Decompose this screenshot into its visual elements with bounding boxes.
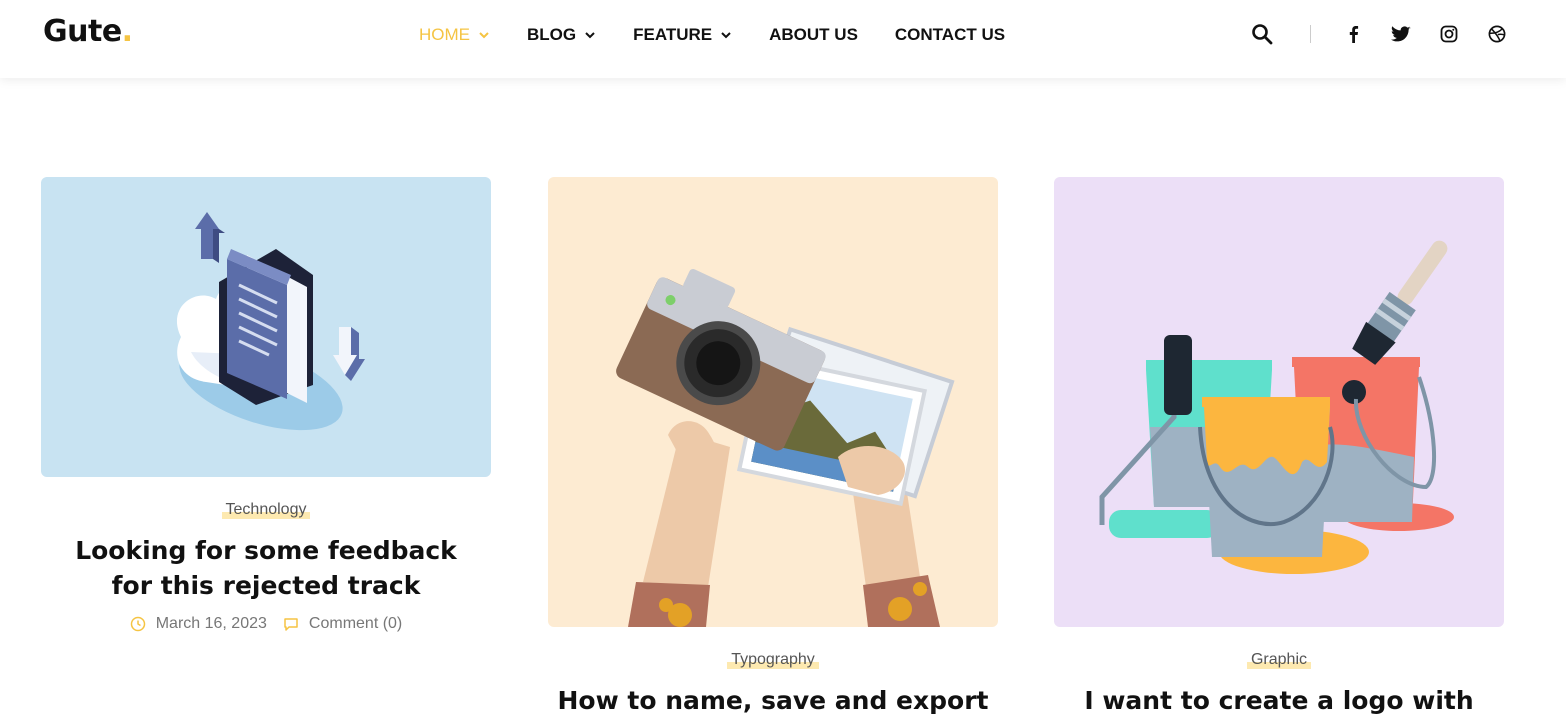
header-tools bbox=[1248, 19, 1511, 49]
post-title-line: I want to create a logo with bbox=[1084, 686, 1474, 715]
instagram-icon[interactable] bbox=[1435, 20, 1463, 48]
chevron-down-icon bbox=[584, 29, 596, 41]
post-comments[interactable]: Comment (0) bbox=[283, 615, 402, 633]
post-date-text: March 16, 2023 bbox=[155, 615, 267, 632]
category-tag[interactable]: Technology bbox=[221, 501, 311, 519]
nav-item-home[interactable]: HOME bbox=[419, 25, 490, 45]
nav-label-feature: FEATURE bbox=[633, 25, 713, 44]
category-tag[interactable]: Typography bbox=[727, 651, 819, 669]
clock-icon bbox=[130, 616, 145, 632]
nav-item-feature[interactable]: FEATURE bbox=[633, 25, 732, 45]
paint-buckets-illustration bbox=[1054, 177, 1504, 627]
post-thumbnail[interactable] bbox=[1054, 177, 1504, 627]
nav-label-contact: CONTACT US bbox=[894, 25, 1006, 44]
dribbble-icon[interactable] bbox=[1483, 20, 1511, 48]
post-title[interactable]: How to name, save and export bbox=[548, 683, 998, 717]
nav-label-blog: BLOG bbox=[527, 25, 577, 44]
nav-item-about[interactable]: ABOUT US bbox=[769, 25, 858, 45]
cloud-documents-illustration bbox=[41, 177, 491, 477]
post-title-line: Looking for some feedback bbox=[75, 536, 457, 565]
header-divider bbox=[1310, 25, 1311, 43]
post-meta: March 16, 2023 Comment (0) bbox=[41, 615, 491, 633]
nav-item-blog[interactable]: BLOG bbox=[527, 25, 596, 45]
nav-item-contact[interactable]: CONTACT US bbox=[895, 25, 1005, 45]
category-tag[interactable]: Graphic bbox=[1246, 651, 1312, 669]
chevron-down-icon bbox=[478, 29, 490, 41]
comment-icon bbox=[284, 618, 298, 631]
site-logo[interactable]: Gute. bbox=[43, 14, 133, 49]
post-category: Graphic bbox=[1054, 651, 1504, 669]
post-category: Typography bbox=[548, 651, 998, 669]
nav-label-about: ABOUT US bbox=[769, 25, 858, 44]
post-card: Graphic I want to create a logo with bbox=[1054, 177, 1504, 717]
post-title[interactable]: I want to create a logo with bbox=[1054, 683, 1504, 717]
twitter-icon[interactable] bbox=[1387, 20, 1415, 48]
post-card: Typography How to name, save and export bbox=[548, 177, 998, 717]
post-title[interactable]: Looking for some feedback for this rejec… bbox=[41, 533, 491, 603]
post-thumbnail[interactable] bbox=[41, 177, 491, 477]
logo-text: Gute bbox=[43, 14, 122, 49]
post-thumbnail[interactable] bbox=[548, 177, 998, 627]
post-title-line: for this rejected track bbox=[111, 571, 421, 600]
site-header: Gute. HOME BLOG FEATURE ABOUT US CONTACT… bbox=[0, 0, 1566, 78]
chevron-down-icon bbox=[720, 29, 732, 41]
post-date: March 16, 2023 bbox=[130, 615, 267, 633]
post-comments-text: Comment (0) bbox=[308, 615, 403, 632]
nav-label-home: HOME bbox=[419, 25, 470, 44]
post-card: Technology Looking for some feedback for… bbox=[41, 177, 491, 633]
search-icon[interactable] bbox=[1248, 20, 1276, 48]
post-category: Technology bbox=[41, 501, 491, 519]
main-nav: HOME BLOG FEATURE ABOUT US CONTACT US bbox=[419, 23, 1042, 47]
logo-dot: . bbox=[121, 14, 133, 49]
facebook-icon[interactable] bbox=[1339, 20, 1367, 48]
post-title-line: How to name, save and export bbox=[557, 686, 989, 715]
camera-photos-illustration bbox=[548, 177, 998, 627]
